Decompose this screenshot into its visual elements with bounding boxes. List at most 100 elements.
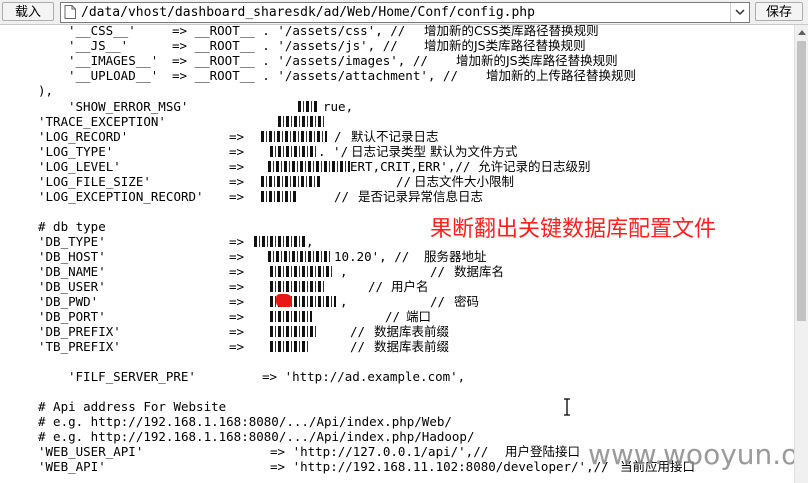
code-key: 'LOG_RECORD' <box>38 129 129 144</box>
code-value: // <box>430 264 446 279</box>
code-value: 10.20', // <box>334 249 410 264</box>
vertical-scrollbar[interactable] <box>794 25 808 483</box>
code-line: 'FILF_SERVER_PRE' => 'http://ad.example.… <box>0 369 465 384</box>
code-value: => __ROOT__ . '/assets/js', // <box>172 38 398 53</box>
code-key: '__JS__' <box>68 38 129 53</box>
code-line: 'LOG_FILE_SIZE' => // 日志文件大小限制 <box>0 174 514 189</box>
code-arrow: => <box>229 264 245 279</box>
code-comment: 默认不记录日志 <box>351 129 439 144</box>
code-arrow: => <box>229 249 245 264</box>
redaction-mark <box>270 326 316 337</box>
code-key: 'DB_PORT' <box>38 309 106 324</box>
code-value: . '/ <box>318 144 349 159</box>
code-comment: 允许记录的日志级别 <box>478 159 591 174</box>
redaction-mark <box>270 146 318 157</box>
code-value: => __ROOT__ . '/assets/images', // <box>172 53 428 68</box>
code-arrow: => <box>229 189 245 204</box>
code-key: 'WEB_API' <box>38 459 106 474</box>
redaction-mark <box>298 101 318 112</box>
code-key: 'LOG_TYPE' <box>38 144 114 159</box>
redaction-mark <box>261 191 297 202</box>
code-key: 'DB_PWD' <box>38 294 99 309</box>
code-line: 'WEB_API' => 'http://192.168.11.102:8080… <box>0 459 695 474</box>
code-comment: 日志文件大小限制 <box>414 174 515 189</box>
code-arrow: => <box>229 294 245 309</box>
code-line: 'TB_PREFIX' => // 数据库表前缀 <box>0 339 449 354</box>
scrollbar-thumb[interactable] <box>797 41 806 321</box>
code-line: 'WEB_USER_API' => 'http://127.0.0.1/api/… <box>0 444 580 459</box>
code-line: 'SHOW_ERROR_MSG' rue, <box>0 99 353 114</box>
code-comment: 日志记录类型 默认为文件方式 <box>351 144 518 159</box>
code-arrow: => <box>229 129 245 144</box>
code-comment: 数据库名 <box>454 264 505 279</box>
scroll-up-arrow-icon[interactable] <box>795 25 808 39</box>
annotation-text: 果断翻出关键数据库配置文件 <box>430 217 717 242</box>
file-path-combobox[interactable] <box>60 2 750 23</box>
code-value: rue, <box>323 99 354 114</box>
code-value: // <box>385 309 401 324</box>
code-arrow: => <box>229 144 245 159</box>
redaction-mark <box>270 281 326 292</box>
chevron-down-icon <box>735 9 745 16</box>
code-arrow: => <box>229 174 245 189</box>
code-line: 'DB_PORT' => // 端口 <box>0 309 431 324</box>
code-comment: 增加新的CSS类库路径替换规则 <box>424 25 599 38</box>
code-line: 'LOG_LEVEL' => ERT,CRIT,ERR',// 允许记录的日志级… <box>0 159 591 174</box>
red-redaction-mark <box>276 294 292 307</box>
code-comment: 数据库表前缀 <box>374 339 450 354</box>
path-dropdown-button[interactable] <box>730 3 749 22</box>
save-button[interactable]: 保存 <box>755 2 803 21</box>
code-line: 'DB_PREFIX' => // 数据库表前缀 <box>0 324 449 339</box>
code-comment: 服务器地址 <box>424 249 487 264</box>
code-value: // <box>350 324 366 339</box>
code-value: => 'http://ad.example.com', <box>262 369 466 384</box>
code-key: 'DB_NAME' <box>38 264 106 279</box>
redaction-mark <box>268 251 330 262</box>
code-value: // <box>430 294 446 309</box>
code-comment: # e.g. http://192.168.1.168:8080/.../Api… <box>38 414 452 429</box>
code-editor[interactable]: '__CSS__' => __ROOT__ . '/assets/css', /… <box>0 25 794 483</box>
redaction-mark <box>261 131 327 142</box>
code-value: => __ROOT__ . '/assets/css', // <box>172 25 406 38</box>
redaction-mark <box>270 266 334 277</box>
redaction-mark <box>254 236 306 247</box>
file-icon <box>64 5 76 19</box>
code-value: => __ROOT__ . '/assets/attachment', // <box>172 68 458 83</box>
code-key: 'DB_HOST' <box>38 249 106 264</box>
code-key: 'DB_PREFIX' <box>38 324 121 339</box>
code-key: 'LOG_LEVEL' <box>38 159 121 174</box>
code-line: 'DB_HOST' => 10.20', // 服务器地址 <box>0 249 487 264</box>
code-comment: 增加新的JS类库路径替换规则 <box>424 38 586 53</box>
code-value: , <box>340 264 348 279</box>
load-button[interactable]: 载入 <box>2 2 54 21</box>
code-value: => 'http://127.0.0.1/api/',// <box>270 444 489 459</box>
toolbar: 载入 保存 <box>0 0 808 25</box>
code-comment: 密码 <box>454 294 480 309</box>
code-comment: 数据库表前缀 <box>374 324 450 339</box>
code-line: 'TRACE_EXCEPTION' <box>0 114 324 129</box>
code-value: // <box>368 279 384 294</box>
code-line: 'DB_TYPE' => , <box>0 234 314 249</box>
code-comment: # e.g. http://192.168.1.168:8080/.../Api… <box>38 429 475 444</box>
redaction-mark <box>270 341 310 352</box>
code-key: '__CSS__' <box>68 25 136 38</box>
code-line: '__CSS__' => __ROOT__ . '/assets/css', /… <box>0 25 599 38</box>
code-comment: # Api address For Website <box>38 399 227 414</box>
code-arrow: => <box>229 339 245 354</box>
code-key: '__UPLOAD__' <box>68 68 159 83</box>
code-line: 'DB_PWD' => , // 密码 <box>0 294 479 309</box>
code-line: '__UPLOAD__' => __ROOT__ . '/assets/atta… <box>0 68 636 83</box>
code-key: 'TRACE_EXCEPTION' <box>38 114 166 129</box>
code-value: // <box>396 174 412 189</box>
code-key: 'WEB_USER_API' <box>38 444 144 459</box>
code-value: , <box>340 294 348 309</box>
code-value: // <box>350 339 366 354</box>
code-key: 'SHOW_ERROR_MSG' <box>68 99 189 114</box>
redaction-mark <box>278 116 324 127</box>
code-arrow: => <box>229 309 245 324</box>
code-key: 'LOG_FILE_SIZE' <box>38 174 151 189</box>
code-value: / <box>334 129 342 144</box>
file-path-input[interactable] <box>81 3 721 22</box>
code-line: # db type <box>0 219 106 234</box>
code-value: ERT,CRIT,ERR',// <box>350 159 471 174</box>
